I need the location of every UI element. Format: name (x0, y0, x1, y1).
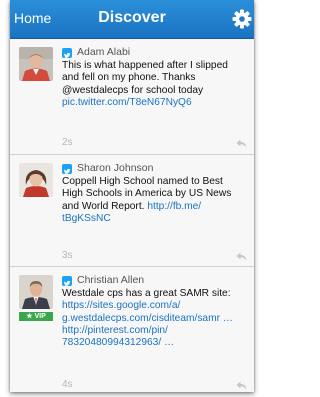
author-name[interactable]: Christian Allen (77, 274, 144, 286)
avatar (19, 47, 53, 81)
tweet-link[interactable]: 78320480994312963/ … (62, 337, 250, 349)
tweet-text-line: Westdale cps has a great SAMR site: (62, 288, 231, 299)
tweet-link[interactable]: http://fb.me/ (147, 201, 201, 212)
vip-badge: ★ VIP (19, 312, 53, 321)
gear-icon[interactable] (232, 9, 252, 29)
tweet-text-line: Coppell High School named to Best (62, 176, 223, 187)
reply-icon[interactable] (236, 252, 247, 261)
reply-icon[interactable] (236, 139, 247, 148)
twitter-icon (62, 276, 72, 287)
tweet-link[interactable]: g.westdalecps.com/cisditeam/samr … (62, 313, 250, 325)
tweet-text: Westdale cps has a great SAMR site: http… (62, 288, 250, 349)
timestamp: 4s (62, 379, 73, 390)
tweet-link[interactable]: http://pinterest.com/pin/ (62, 325, 250, 337)
author-name[interactable]: Sharon Johnson (77, 162, 153, 174)
phone-screen: Home Discover Adam Alabi This is what ha… (10, 0, 254, 392)
timestamp: 3s (62, 250, 73, 261)
tweet-text-segment: and World Report. (62, 200, 145, 212)
avatar (19, 163, 53, 197)
twitter-icon (62, 164, 72, 175)
tweet-text: Coppell High School named to Best High S… (62, 176, 250, 225)
twitter-icon (62, 48, 72, 59)
tweet-link[interactable]: https://sites.google.com/a/ (62, 300, 250, 312)
tweet-text-line: and World Report. http://fb.me/ (62, 201, 250, 213)
tweet-item[interactable]: Adam Alabi This is what happened after I… (10, 39, 254, 155)
tweet-text-line: @westdalecps for school today (62, 84, 204, 96)
tweet-item[interactable]: Sharon Johnson Coppell High School named… (10, 155, 254, 267)
avatar (19, 275, 53, 309)
tweet-text-line: High Schools in America by US News (62, 188, 232, 200)
tweet-item[interactable]: ★ VIP Christian Allen Westdale cps has a… (10, 267, 254, 392)
tweet-text-line: and fell on my phone. Thanks (62, 72, 196, 84)
reply-icon[interactable] (236, 381, 247, 390)
tweet-link[interactable]: tBgKSsNC (62, 213, 250, 225)
tweet-text: This is what happened after I slipped an… (62, 60, 250, 109)
vip-badge-label: VIP (34, 313, 46, 320)
page-title: Discover (98, 9, 166, 26)
tweet-link[interactable]: pic.twitter.com/T8eN67NyQ6 (62, 97, 250, 109)
tweet-text-line: This is what happened after I slipped (62, 60, 228, 71)
timestamp: 2s (62, 137, 73, 148)
nav-bar: Home Discover (10, 0, 254, 39)
author-name[interactable]: Adam Alabi (77, 46, 130, 58)
